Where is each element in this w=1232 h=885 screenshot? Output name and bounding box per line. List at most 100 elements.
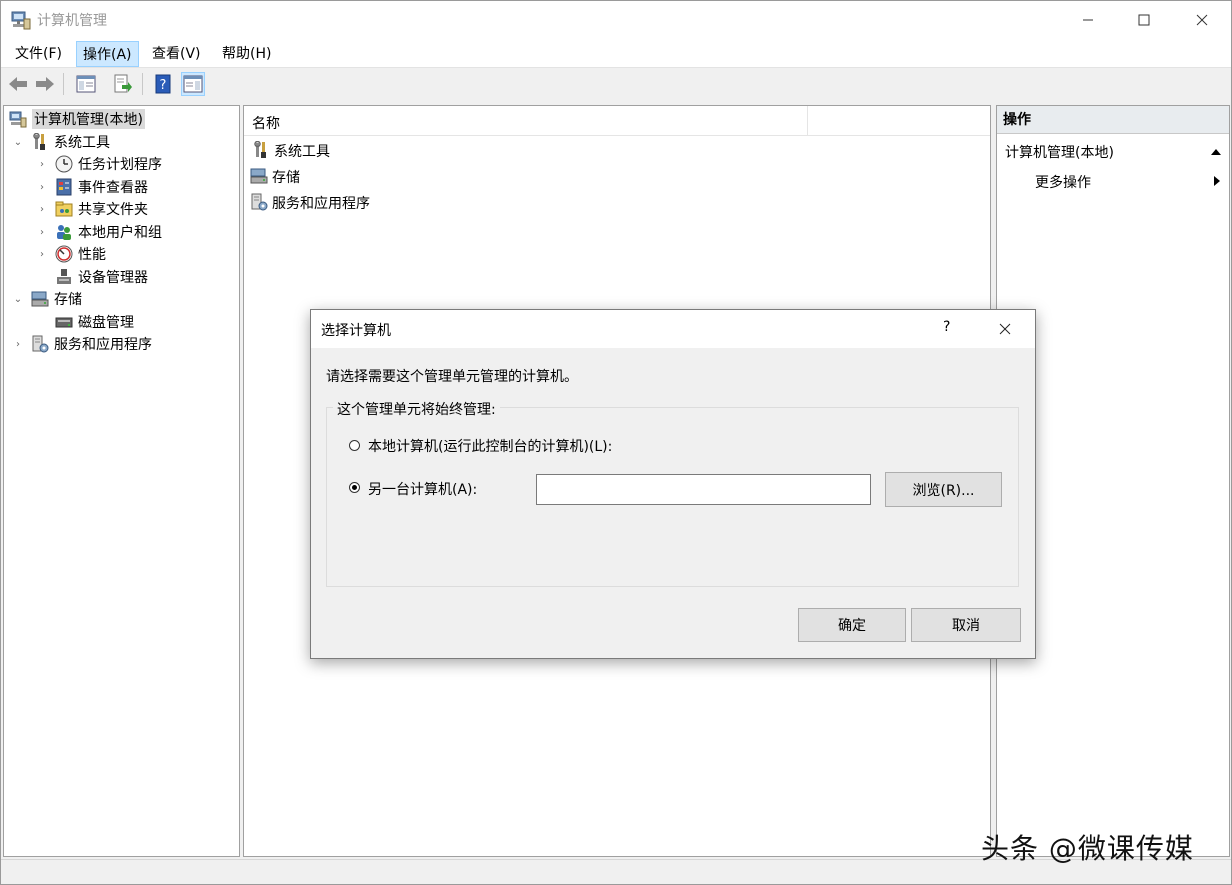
- dialog-title: 选择计算机: [321, 323, 391, 339]
- tree-item-label: 任务计划程序: [78, 157, 162, 173]
- forward-arrow-icon: [36, 77, 54, 91]
- menu-view[interactable]: 查看(V): [146, 41, 207, 67]
- ok-button[interactable]: 确定: [798, 608, 906, 642]
- column-header-name[interactable]: 名称: [252, 113, 280, 133]
- close-button[interactable]: [1173, 1, 1231, 39]
- tree-item-disk-management[interactable]: 磁盘管理: [54, 311, 134, 333]
- help-book-icon: ?: [155, 74, 171, 94]
- tree-item-shared-folders[interactable]: › 共享文件夹: [36, 198, 148, 220]
- toolbar-separator: [63, 73, 64, 95]
- select-computer-dialog: 选择计算机 ? 请选择需要这个管理单元管理的计算机。 这个管理单元将始终管理: …: [310, 309, 1036, 659]
- tree-item-storage[interactable]: ⌄ 存储: [12, 288, 82, 310]
- minimize-button[interactable]: [1059, 1, 1117, 39]
- maximize-button[interactable]: [1115, 1, 1173, 39]
- dialog-title-bar: 选择计算机 ?: [311, 310, 1035, 348]
- users-icon: [54, 222, 74, 242]
- chevron-right-icon[interactable]: ›: [36, 182, 48, 193]
- list-item-services-applications[interactable]: 服务和应用程序: [250, 191, 370, 215]
- close-icon: [1196, 14, 1208, 26]
- chevron-right-icon[interactable]: ›: [36, 204, 48, 215]
- disk-icon: [54, 312, 74, 332]
- tree-item-label: 系统工具: [54, 135, 110, 151]
- tree-item-label: 共享文件夹: [78, 202, 148, 218]
- export-list-button[interactable]: [111, 72, 135, 96]
- collapse-up-icon[interactable]: [1211, 148, 1221, 156]
- show-hide-console-tree-button[interactable]: [74, 72, 98, 96]
- groupbox-label: 这个管理单元将始终管理:: [333, 399, 500, 419]
- computer-management-icon: [8, 109, 28, 129]
- back-button[interactable]: [6, 72, 30, 96]
- list-item-system-tools[interactable]: 系统工具: [252, 139, 330, 163]
- console-tree-icon: [76, 75, 96, 93]
- toolbar-separator: [142, 73, 143, 95]
- more-actions-label: 更多操作: [1035, 175, 1091, 191]
- dialog-instruction: 请选择需要这个管理单元管理的计算机。: [326, 369, 578, 385]
- computer-name-input[interactable]: [536, 474, 871, 505]
- tools-icon: [252, 140, 272, 161]
- clock-icon: [54, 154, 74, 174]
- tree-item-label: 本地用户和组: [78, 225, 162, 241]
- tree-item-task-scheduler[interactable]: › 任务计划程序: [36, 153, 162, 175]
- menu-help[interactable]: 帮助(H): [216, 41, 277, 67]
- minimize-icon: [1083, 19, 1093, 21]
- tree-item-event-viewer[interactable]: › 事件查看器: [36, 176, 148, 198]
- submenu-arrow-icon: [1214, 176, 1220, 186]
- tree-item-performance[interactable]: › 性能: [36, 243, 106, 265]
- event-viewer-icon: [54, 177, 74, 197]
- services-icon: [30, 334, 50, 354]
- tree-item-label: 事件查看器: [78, 180, 148, 196]
- list-item-label: 系统工具: [274, 144, 330, 160]
- menu-file[interactable]: 文件(F): [9, 41, 68, 67]
- menu-bar: 文件(F) 操作(A) 查看(V) 帮助(H): [1, 39, 1231, 68]
- chevron-down-icon[interactable]: ⌄: [12, 294, 24, 305]
- radio-another-computer[interactable]: [349, 482, 360, 493]
- dialog-close-button[interactable]: [991, 318, 1019, 340]
- radio-local-computer[interactable]: [349, 440, 360, 451]
- maximize-icon: [1138, 14, 1150, 26]
- tree-item-label: 计算机管理(本地): [32, 109, 145, 129]
- tree-item-label: 磁盘管理: [78, 315, 134, 331]
- actions-section-computer-management[interactable]: 计算机管理(本地): [1005, 142, 1225, 164]
- browse-button[interactable]: 浏览(R)...: [885, 472, 1002, 507]
- tree-item-device-manager[interactable]: 设备管理器: [54, 266, 148, 288]
- performance-gauge-icon: [54, 244, 74, 264]
- column-divider: [807, 106, 808, 136]
- tree-item-label: 服务和应用程序: [54, 337, 152, 353]
- svg-text:?: ?: [160, 78, 167, 93]
- more-actions-item[interactable]: 更多操作: [1035, 172, 1225, 194]
- storage-icon: [30, 289, 50, 309]
- menu-action[interactable]: 操作(A): [76, 41, 139, 67]
- computer-management-window: 计算机管理 文件(F) 操作(A) 查看(V) 帮助(H) ? 计算机管理(本地…: [0, 0, 1232, 885]
- help-button[interactable]: ?: [151, 72, 175, 96]
- toolbar: ?: [1, 69, 1231, 99]
- list-item-label: 存储: [272, 170, 300, 186]
- dialog-help-button[interactable]: ?: [943, 319, 950, 335]
- tree-item-computer-management-local[interactable]: 计算机管理(本地): [8, 108, 145, 130]
- list-item-label: 服务和应用程序: [272, 196, 370, 212]
- tree-item-label: 存储: [54, 292, 82, 308]
- list-item-storage[interactable]: 存储: [250, 165, 300, 189]
- chevron-right-icon[interactable]: ›: [36, 227, 48, 238]
- window-title: 计算机管理: [37, 13, 107, 29]
- show-hide-action-pane-button[interactable]: [181, 72, 205, 96]
- watermark-text: 头条 @微课传媒: [981, 832, 1194, 865]
- radio-another-computer-label[interactable]: 另一台计算机(A):: [368, 479, 477, 499]
- cancel-button[interactable]: 取消: [911, 608, 1021, 642]
- storage-icon: [250, 167, 270, 187]
- actions-section-label: 计算机管理(本地): [1005, 145, 1114, 161]
- chevron-right-icon[interactable]: ›: [36, 159, 48, 170]
- export-list-icon: [114, 74, 132, 93]
- tree-item-services-applications[interactable]: › 服务和应用程序: [12, 333, 152, 355]
- radio-local-computer-label[interactable]: 本地计算机(运行此控制台的计算机)(L):: [368, 436, 612, 456]
- back-arrow-icon: [9, 77, 27, 91]
- chevron-right-icon[interactable]: ›: [12, 339, 24, 350]
- tree-item-local-users-groups[interactable]: › 本地用户和组: [36, 221, 162, 243]
- tree-item-system-tools[interactable]: ⌄ 系统工具: [12, 131, 110, 153]
- chevron-right-icon[interactable]: ›: [36, 249, 48, 260]
- tools-icon: [30, 132, 50, 152]
- chevron-down-icon[interactable]: ⌄: [12, 137, 24, 148]
- close-icon: [999, 323, 1011, 335]
- device-manager-icon: [54, 267, 74, 287]
- forward-button[interactable]: [33, 72, 57, 96]
- actions-header: 操作: [997, 106, 1229, 134]
